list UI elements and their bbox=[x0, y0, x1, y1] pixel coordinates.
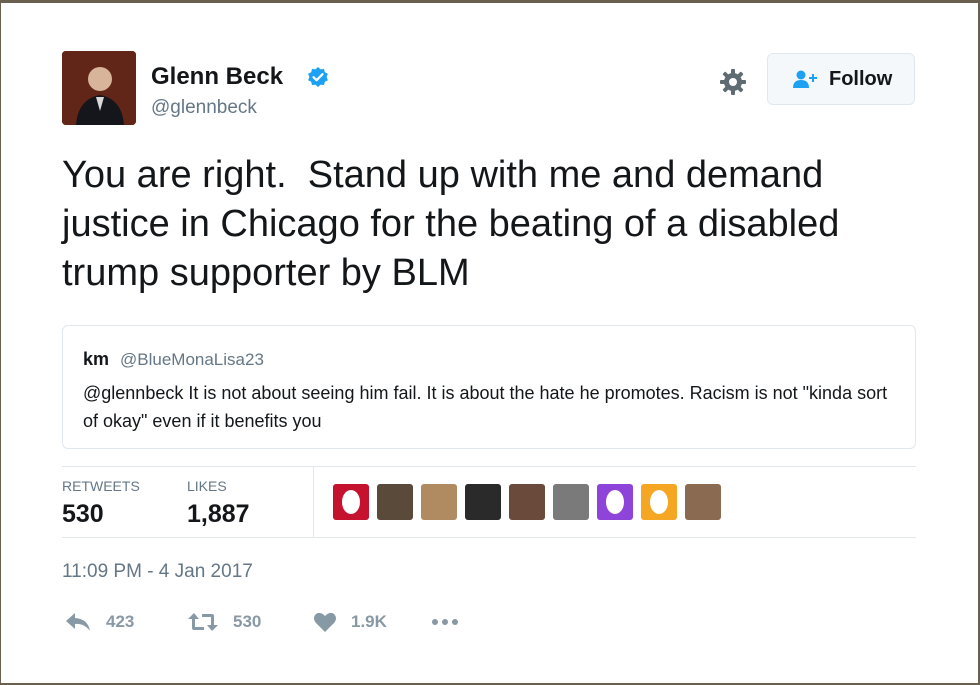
retweets-label: RETWEETS bbox=[62, 478, 140, 494]
add-user-icon bbox=[793, 70, 817, 88]
author-name[interactable]: Glenn Beck bbox=[151, 63, 283, 91]
verified-badge-icon bbox=[308, 67, 328, 87]
retweet-icon bbox=[188, 613, 218, 631]
liker-avatar[interactable] bbox=[421, 484, 457, 520]
liker-avatar[interactable] bbox=[685, 484, 721, 520]
egg-icon bbox=[650, 490, 668, 514]
likes-label: LIKES bbox=[187, 478, 227, 494]
more-dots-icon bbox=[432, 619, 458, 625]
author-handle[interactable]: @glennbeck bbox=[151, 97, 257, 119]
liker-avatar[interactable] bbox=[641, 484, 677, 520]
liker-avatar[interactable] bbox=[465, 484, 501, 520]
stats-divider-bottom bbox=[62, 537, 916, 538]
tweet-timestamp[interactable]: 11:09 PM - 4 Jan 2017 bbox=[62, 561, 253, 583]
liker-avatar[interactable] bbox=[509, 484, 545, 520]
more-button[interactable] bbox=[431, 608, 465, 638]
quoted-author-handle: @BlueMonaLisa23 bbox=[120, 350, 264, 369]
gear-icon[interactable] bbox=[717, 66, 749, 98]
quoted-tweet[interactable]: km @BlueMonaLisa23 @glennbeck It is not … bbox=[62, 325, 916, 449]
stats-divider-top bbox=[62, 466, 916, 467]
quoted-author-name: km bbox=[83, 349, 110, 369]
follow-label: Follow bbox=[829, 68, 893, 90]
egg-icon bbox=[606, 490, 624, 514]
tweet-text: You are right. Stand up with me and dema… bbox=[62, 154, 850, 294]
reply-icon bbox=[66, 613, 90, 631]
stats-vertical-divider bbox=[313, 467, 314, 537]
reply-button[interactable]: 423 bbox=[64, 608, 144, 638]
follow-button[interactable]: Follow bbox=[767, 53, 915, 105]
liker-avatar[interactable] bbox=[377, 484, 413, 520]
tweet-card: Glenn Beck @glennbeck Follow You are rig… bbox=[1, 3, 978, 683]
likes-count[interactable]: 1,887 bbox=[187, 500, 250, 529]
egg-icon bbox=[342, 490, 360, 514]
liker-avatar[interactable] bbox=[597, 484, 633, 520]
avatar-photo bbox=[62, 51, 136, 125]
reply-count: 423 bbox=[106, 612, 135, 631]
quoted-tweet-text: @glennbeck It is not about seeing him fa… bbox=[83, 383, 888, 431]
author-avatar[interactable] bbox=[62, 51, 136, 125]
liker-avatar[interactable] bbox=[333, 484, 369, 520]
retweet-button[interactable]: 530 bbox=[187, 608, 277, 638]
like-button[interactable]: 1.9K bbox=[313, 608, 403, 638]
heart-icon bbox=[314, 612, 336, 632]
retweets-count[interactable]: 530 bbox=[62, 500, 104, 529]
like-count: 1.9K bbox=[351, 612, 387, 631]
liker-avatar[interactable] bbox=[553, 484, 589, 520]
retweet-count: 530 bbox=[233, 612, 262, 631]
